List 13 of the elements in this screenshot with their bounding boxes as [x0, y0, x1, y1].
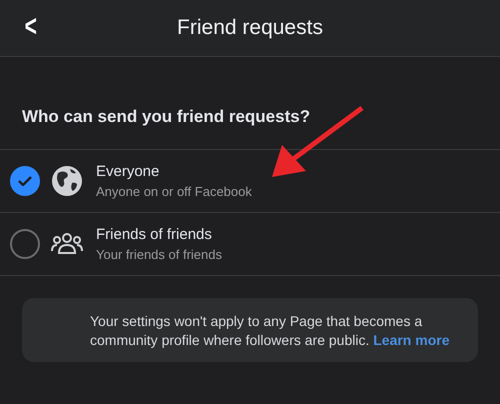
checkmark-icon: [18, 176, 32, 186]
option-subtitle: Your friends of friends: [96, 247, 222, 262]
learn-more-link[interactable]: Learn more: [373, 332, 450, 348]
radio-button[interactable]: [10, 229, 40, 259]
option-subtitle: Anyone on or off Facebook: [96, 184, 252, 199]
page-title: Friend requests: [177, 16, 323, 40]
question-heading: Who can send you friend requests?: [0, 57, 500, 150]
option-title: Everyone: [96, 163, 160, 180]
option-title: Friends of friends: [96, 226, 213, 243]
radio-button[interactable]: [10, 166, 40, 196]
info-note: Your settings won't apply to any Page that becomes a community profile where followers are public. Learn more: [22, 298, 478, 362]
globe-icon: [50, 164, 84, 198]
back-button[interactable]: <: [19, 8, 42, 46]
